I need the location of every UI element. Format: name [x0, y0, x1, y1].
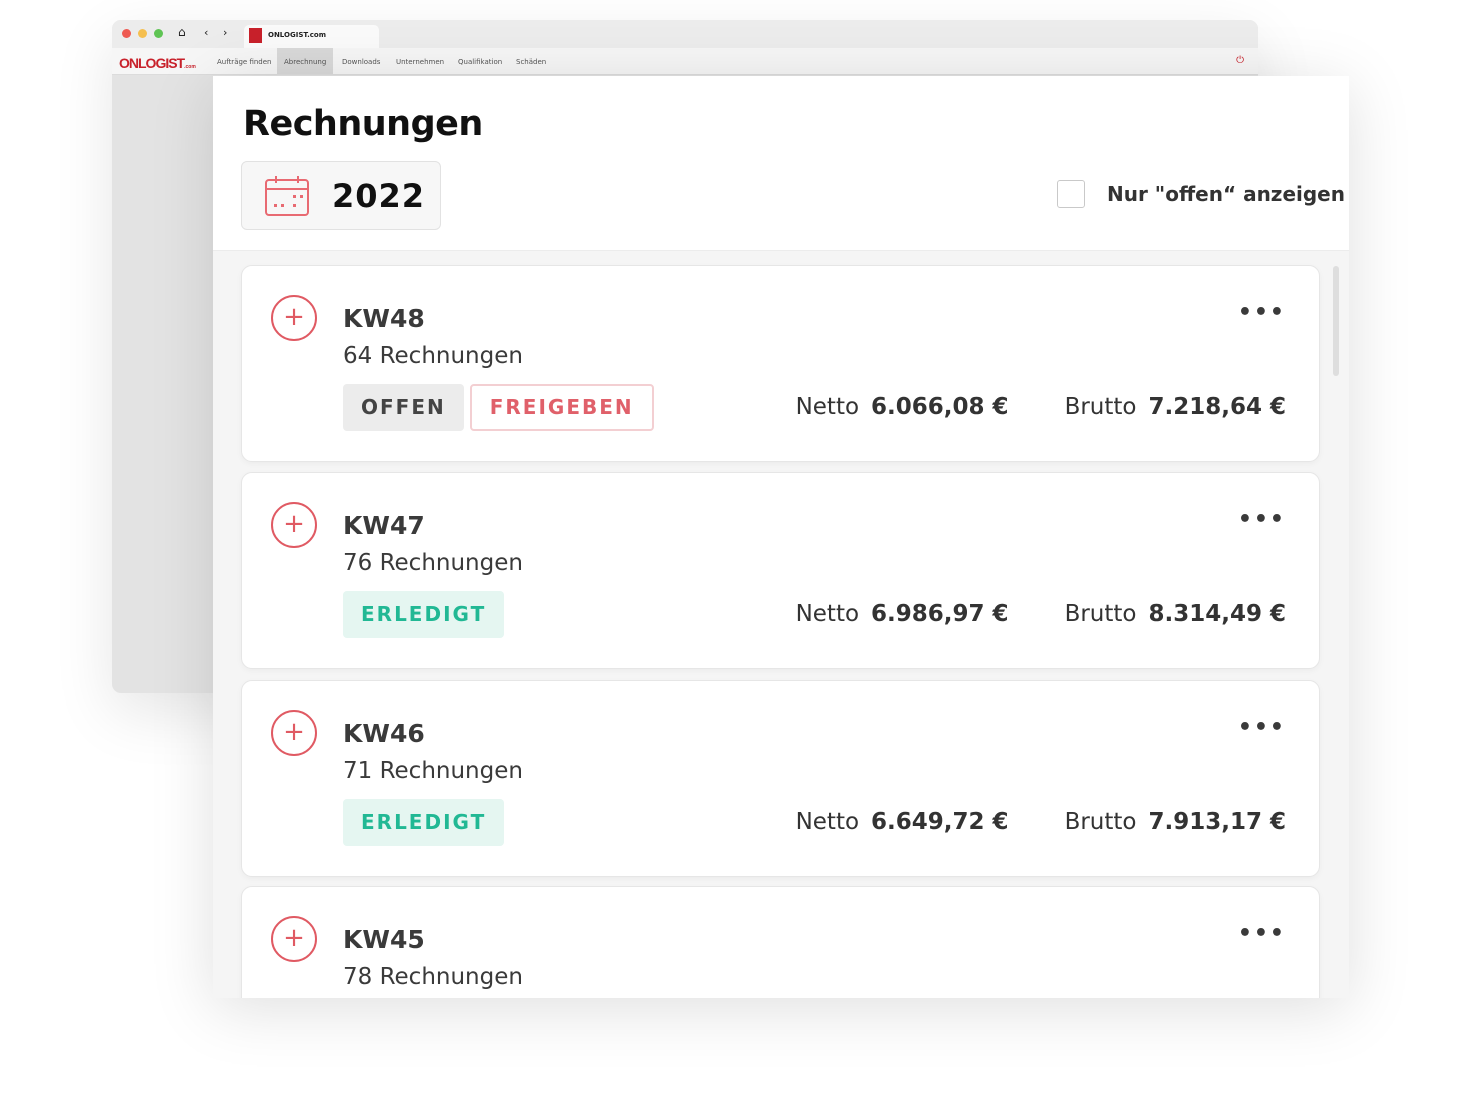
power-icon[interactable]: ⏻ — [1236, 55, 1244, 66]
page-title: Rechnungen — [243, 104, 483, 144]
expand-plus-icon[interactable]: + — [271, 710, 317, 756]
invoices-panel: Rechnungen 2022 Nur "offen“ anzeigen + K… — [213, 76, 1349, 998]
netto-label: Netto — [795, 394, 860, 420]
nav-item-schaeden[interactable]: Schäden — [509, 48, 553, 74]
nav-item-unternehmen[interactable]: Unternehmen — [389, 48, 451, 74]
brutto-label: Brutto — [1064, 601, 1137, 627]
expand-plus-icon[interactable]: + — [271, 295, 317, 341]
nav-item-auftraege[interactable]: Aufträge finden — [210, 48, 279, 74]
open-only-filter[interactable]: Nur "offen“ anzeigen — [1057, 178, 1345, 210]
open-only-checkbox[interactable] — [1057, 180, 1085, 208]
close-window-button[interactable] — [122, 29, 131, 38]
status-badge-done: ERLEDIGT — [343, 799, 505, 846]
brutto-value: 8.314,49 € — [1148, 601, 1286, 627]
brutto-value: 7.913,17 € — [1148, 809, 1286, 835]
week-card-kw48[interactable]: + KW48 64 Rechnungen ••• OFFEN FREIGEBEN … — [241, 265, 1320, 462]
minimize-window-button[interactable] — [138, 29, 147, 38]
invoice-count: 76 Rechnungen — [343, 550, 523, 576]
scrollbar[interactable] — [1333, 266, 1339, 376]
week-card-kw45[interactable]: + KW45 78 Rechnungen ••• — [241, 886, 1320, 998]
week-label: KW46 — [343, 719, 425, 748]
status-badge-done: ERLEDIGT — [343, 591, 505, 638]
netto-value: 6.986,97 € — [871, 601, 1009, 627]
netto-value: 6.066,08 € — [871, 394, 1009, 420]
invoice-count: 78 Rechnungen — [343, 964, 523, 990]
brutto-value: 7.218,64 € — [1148, 394, 1286, 420]
open-only-label: Nur "offen“ anzeigen — [1107, 182, 1345, 206]
week-label: KW47 — [343, 511, 425, 540]
logo-suffix: .com — [184, 64, 196, 70]
expand-plus-icon[interactable]: + — [271, 502, 317, 548]
amounts: Netto 6.986,97 € Brutto 8.314,49 € — [796, 601, 1286, 627]
amounts: Netto 6.649,72 € Brutto 7.913,17 € — [796, 809, 1286, 835]
more-horizontal-icon[interactable]: ••• — [1238, 715, 1286, 740]
invoice-count: 64 Rechnungen — [343, 343, 523, 369]
status-row: OFFEN FREIGEBEN — [343, 384, 660, 432]
expand-plus-icon[interactable]: + — [271, 916, 317, 962]
nav-item-downloads[interactable]: Downloads — [335, 48, 387, 74]
forward-icon[interactable]: › — [223, 26, 227, 39]
netto-value: 6.649,72 € — [871, 809, 1009, 835]
more-horizontal-icon[interactable]: ••• — [1238, 300, 1286, 325]
brutto-label: Brutto — [1064, 809, 1137, 835]
more-horizontal-icon[interactable]: ••• — [1238, 921, 1286, 946]
favicon-icon — [249, 28, 262, 43]
week-label: KW45 — [343, 925, 425, 954]
netto-label: Netto — [795, 601, 860, 627]
year-picker-button[interactable]: 2022 — [241, 161, 441, 230]
calendar-icon — [265, 176, 309, 216]
maximize-window-button[interactable] — [154, 29, 163, 38]
week-card-kw46[interactable]: + KW46 71 Rechnungen ••• ERLEDIGT Netto 6… — [241, 680, 1320, 877]
site-logo[interactable]: ONLOGIST.com — [119, 55, 196, 71]
status-row: ERLEDIGT — [343, 799, 510, 847]
invoice-count: 71 Rechnungen — [343, 758, 523, 784]
release-button[interactable]: FREIGEBEN — [469, 384, 654, 431]
browser-titlebar: ⌂ ‹ › ONLOGIST.com — [112, 20, 1258, 48]
tab-title: ONLOGIST.com — [268, 31, 326, 39]
week-card-kw47[interactable]: + KW47 76 Rechnungen ••• ERLEDIGT Netto 6… — [241, 472, 1320, 669]
logo-text: ONLOGIST — [119, 55, 185, 71]
status-badge-open: OFFEN — [343, 384, 464, 431]
nav-item-abrechnung[interactable]: Abrechnung — [277, 48, 334, 74]
status-row: ERLEDIGT — [343, 591, 510, 639]
brutto-label: Brutto — [1064, 394, 1137, 420]
browser-tab[interactable]: ONLOGIST.com — [244, 25, 379, 48]
year-label: 2022 — [332, 177, 426, 215]
netto-label: Netto — [795, 809, 860, 835]
week-label: KW48 — [343, 304, 425, 333]
site-navbar: ONLOGIST.com Aufträge finden Abrechnung … — [112, 48, 1258, 75]
home-icon[interactable]: ⌂ — [178, 25, 186, 39]
nav-item-qualifikation[interactable]: Qualifikation — [451, 48, 509, 74]
back-icon[interactable]: ‹ — [204, 26, 208, 39]
more-horizontal-icon[interactable]: ••• — [1238, 507, 1286, 532]
amounts: Netto 6.066,08 € Brutto 7.218,64 € — [796, 394, 1286, 420]
